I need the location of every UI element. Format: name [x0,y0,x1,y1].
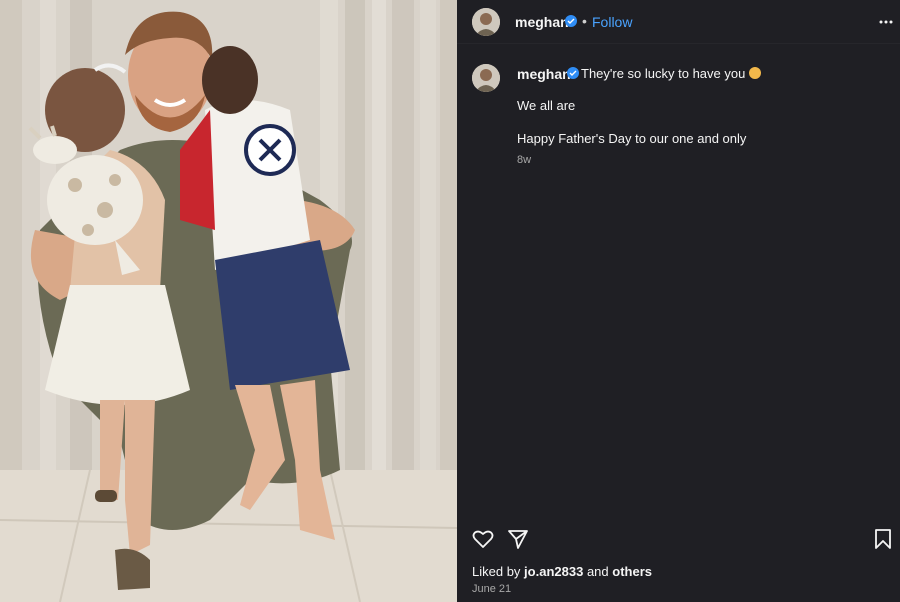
post-header: meghan • Follow [457,0,900,44]
liked-by-others-link[interactable]: others [612,564,652,579]
liked-by-prefix: Liked by [472,564,521,579]
username-link[interactable]: meghan [515,14,569,30]
post-date[interactable]: June 21 [472,583,511,595]
verified-badge-icon [565,15,577,27]
likes-summary: Liked by jo.an2833 and others [472,564,652,579]
post-photo[interactable] [0,0,457,602]
caption-username-link[interactable]: meghan [517,66,571,82]
caption-line-2: We all are [517,98,576,113]
caption-first-line: They're so lucky to have you [581,66,746,81]
avatar[interactable] [472,8,500,36]
caption-text: They're so lucky to have you [581,66,762,81]
caption-line-3: Happy Father's Day to our one and only [517,131,747,146]
follow-button[interactable]: Follow [592,14,632,30]
liked-by-and: and [586,564,609,579]
action-bar [457,524,900,554]
post-details-panel: meghan • Follow meghan They're so lucky … [457,0,900,602]
paper-plane-icon[interactable] [506,527,530,551]
more-horizontal-icon[interactable] [878,14,894,30]
pleading-face-emoji-icon [749,67,762,79]
heart-icon[interactable] [471,527,495,551]
post-age: 8w [517,154,532,166]
liked-by-user-link[interactable]: jo.an2833 [524,564,583,579]
verified-badge-icon [567,67,579,79]
separator-dot: • [582,13,587,29]
caption-avatar[interactable] [472,64,500,92]
bookmark-icon[interactable] [871,527,895,551]
